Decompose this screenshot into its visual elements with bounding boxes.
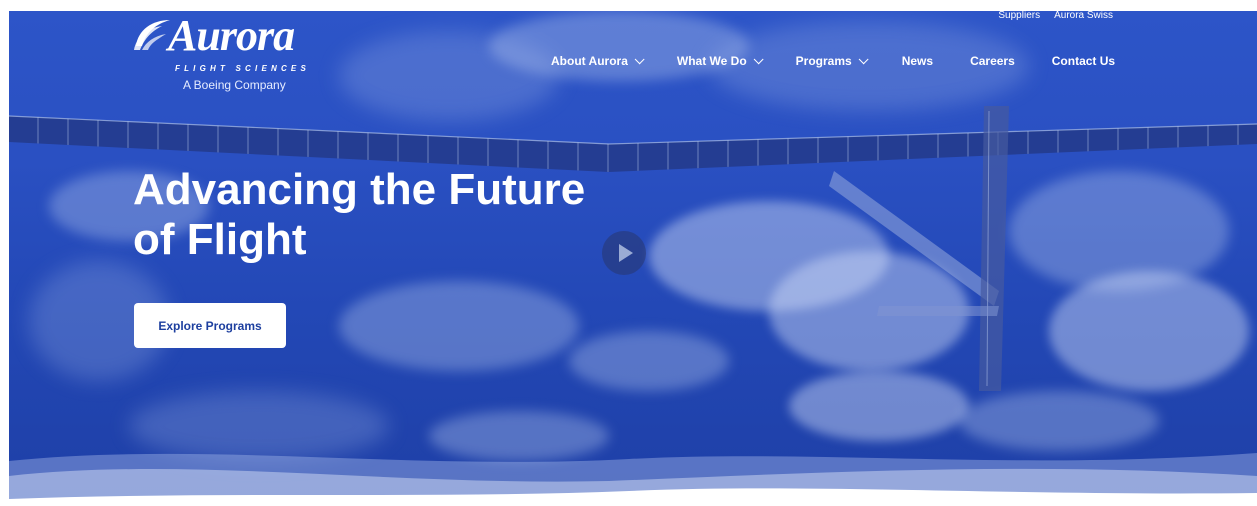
hero-headline: Advancing the Future of Flight (133, 165, 653, 265)
main-nav: About Aurora What We Do Programs News Ca… (551, 53, 1115, 68)
chevron-down-icon (858, 53, 869, 64)
utility-link-aurora-swiss[interactable]: Aurora Swiss (1054, 10, 1113, 21)
cloud (339, 281, 579, 371)
play-icon (619, 244, 633, 262)
nav-item-news[interactable]: News (902, 54, 933, 68)
hero-headline-line-2: of Flight (133, 215, 307, 264)
hero-headline-line-1: Advancing the Future (133, 165, 586, 214)
nav-item-about-aurora[interactable]: About Aurora (551, 53, 645, 68)
aurora-logo[interactable]: Aurora FLIGHT SCIENCES A Boeing Company (132, 12, 322, 94)
utility-nav: Suppliers Aurora Swiss (998, 10, 1113, 21)
logo-subtitle: FLIGHT SCIENCES (175, 64, 311, 73)
video-play-button[interactable] (602, 231, 646, 275)
aircraft-tail (829, 101, 1129, 401)
nav-item-label: What We Do (676, 54, 747, 68)
nav-item-contact-us[interactable]: Contact Us (1052, 54, 1115, 68)
nav-item-label: Contact Us (1051, 54, 1116, 68)
nav-item-what-we-do[interactable]: What We Do (676, 53, 764, 68)
nav-item-label: News (901, 54, 934, 68)
logo-tagline: A Boeing Company (183, 78, 286, 92)
nav-item-label: Careers (970, 54, 1015, 68)
nav-item-programs[interactable]: Programs (795, 53, 869, 68)
cloud (569, 331, 729, 391)
chevron-down-icon (753, 53, 764, 64)
logo-wordmark: Aurora (168, 11, 295, 60)
page: Aurora FLIGHT SCIENCES A Boeing Company … (0, 0, 1257, 506)
utility-link-suppliers[interactable]: Suppliers (998, 10, 1040, 21)
chevron-down-icon (634, 53, 645, 64)
nav-item-label: Programs (795, 54, 852, 68)
wave-divider (9, 441, 1257, 506)
explore-programs-button[interactable]: Explore Programs (134, 303, 286, 348)
nav-item-label: About Aurora (551, 54, 628, 68)
nav-item-careers[interactable]: Careers (970, 54, 1015, 68)
